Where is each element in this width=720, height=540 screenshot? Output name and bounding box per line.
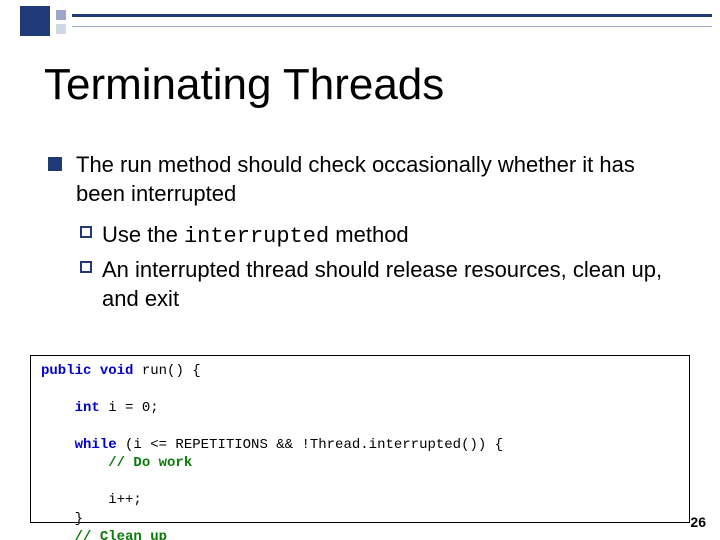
hollow-square-bullet-icon: [80, 261, 92, 273]
code-keyword: int: [75, 400, 100, 416]
page-number: 26: [690, 514, 706, 530]
text-run: method: [329, 222, 409, 247]
code-comment: // Clean up: [75, 529, 167, 540]
slide-body: The run method should check occasionally…: [48, 150, 684, 313]
code-keyword: public: [41, 363, 91, 379]
code-text: [91, 363, 99, 379]
slide-title: Terminating Threads: [44, 60, 444, 110]
bullet-text: Use the interrupted method: [102, 220, 684, 251]
code-text: [41, 437, 75, 453]
square-bullet-icon: [48, 157, 62, 171]
code-text: (i <= REPETITIONS && !Thread.interrupted…: [117, 437, 503, 453]
header-decoration: [0, 0, 720, 52]
deco-square-small-2: [56, 24, 66, 34]
deco-square-small-1: [56, 10, 66, 20]
code-comment: // Do work: [108, 455, 192, 471]
code-text: i++;: [41, 492, 142, 508]
deco-line-main: [72, 14, 712, 17]
code-text: i = 0;: [100, 400, 159, 416]
bullet-level1: The run method should check occasionally…: [48, 150, 684, 208]
text-run: Use the: [102, 222, 184, 247]
bullet-level2-2: An interrupted thread should release res…: [80, 255, 684, 313]
code-keyword: void: [100, 363, 134, 379]
hollow-square-bullet-icon: [80, 226, 92, 238]
code-block: public void run() { int i = 0; while (i …: [30, 355, 690, 523]
code-text: [41, 529, 75, 540]
bullet-text: The run method should check occasionally…: [76, 150, 684, 208]
code-keyword: while: [75, 437, 117, 453]
code-text: [41, 400, 75, 416]
code-text: [41, 455, 108, 471]
deco-square-large: [20, 6, 50, 36]
code-text: run() {: [133, 363, 200, 379]
slide: Terminating Threads The run method shoul…: [0, 0, 720, 540]
inline-code: interrupted: [184, 224, 329, 249]
code-text: }: [41, 511, 83, 527]
bullet-text: An interrupted thread should release res…: [102, 255, 684, 313]
deco-line-sub: [72, 26, 712, 27]
bullet-level2-1: Use the interrupted method: [80, 220, 684, 251]
